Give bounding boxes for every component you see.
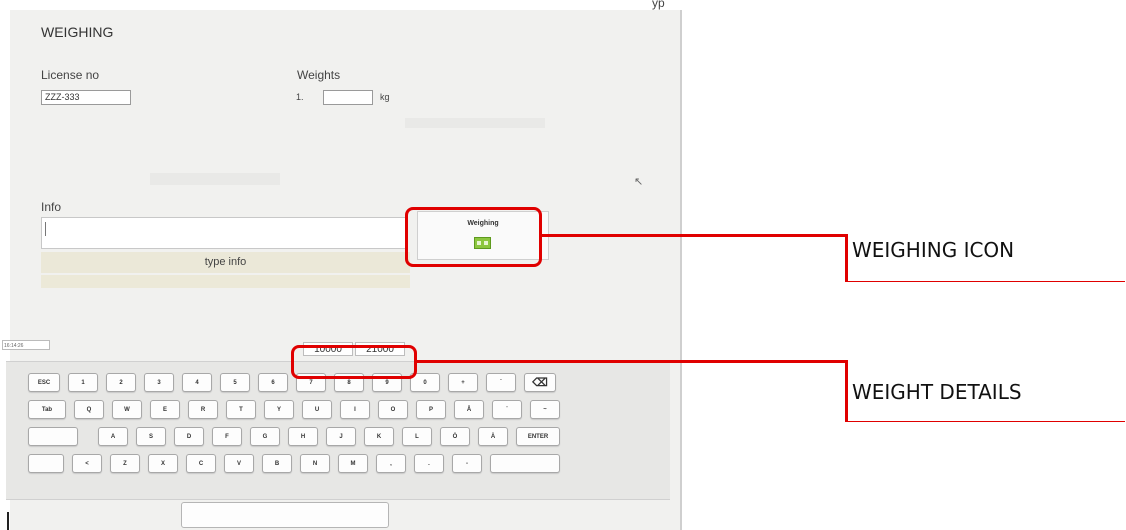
- key-6[interactable]: 6: [258, 373, 288, 392]
- weight-unit: kg: [380, 92, 390, 102]
- weight-field[interactable]: [323, 90, 373, 105]
- key-l[interactable]: L: [402, 427, 432, 446]
- key-p[interactable]: P: [416, 400, 446, 419]
- backspace-icon[interactable]: ⌫: [524, 373, 556, 392]
- key-shift-right[interactable]: [490, 454, 560, 473]
- key-o[interactable]: O: [378, 400, 408, 419]
- key-2[interactable]: 2: [106, 373, 136, 392]
- status-time: 16:14:26: [2, 340, 50, 350]
- key-tilde[interactable]: ~: [530, 400, 560, 419]
- key-h[interactable]: H: [288, 427, 318, 446]
- license-field[interactable]: ZZZ-333: [41, 90, 131, 105]
- key-f[interactable]: F: [212, 427, 242, 446]
- key-d[interactable]: D: [174, 427, 204, 446]
- key-enter[interactable]: ENTER: [516, 427, 560, 446]
- key-caps[interactable]: [28, 427, 78, 446]
- key-k[interactable]: K: [364, 427, 394, 446]
- weight-row-index: 1.: [296, 92, 304, 102]
- key-tab[interactable]: Tab: [28, 400, 66, 419]
- mouse-pointer-icon: ↖: [634, 176, 644, 188]
- callout-line: [540, 234, 847, 237]
- key-a-ring[interactable]: Å: [454, 400, 484, 419]
- key-w[interactable]: W: [112, 400, 142, 419]
- key-y[interactable]: Y: [264, 400, 294, 419]
- key-diaeresis[interactable]: ¨: [492, 400, 522, 419]
- key-space[interactable]: [181, 502, 389, 528]
- key-z[interactable]: Z: [110, 454, 140, 473]
- key-v[interactable]: V: [224, 454, 254, 473]
- window-edge: [7, 512, 9, 530]
- key-o-umlaut[interactable]: Ö: [440, 427, 470, 446]
- key-a[interactable]: A: [98, 427, 128, 446]
- key-acute[interactable]: ´: [486, 373, 516, 392]
- key-e[interactable]: E: [150, 400, 180, 419]
- key-r[interactable]: R: [188, 400, 218, 419]
- key-m[interactable]: M: [338, 454, 368, 473]
- key-n[interactable]: N: [300, 454, 330, 473]
- info-label: Info: [41, 200, 62, 214]
- key-x[interactable]: X: [148, 454, 178, 473]
- faded-area: [405, 118, 545, 128]
- weighing-icon-highlight: [405, 207, 542, 267]
- callout-line: [845, 360, 848, 422]
- key-5[interactable]: 5: [220, 373, 250, 392]
- key-less-than[interactable]: <: [72, 454, 102, 473]
- key-b[interactable]: B: [262, 454, 292, 473]
- page-title: WEIGHING: [41, 24, 114, 40]
- key-s[interactable]: S: [136, 427, 166, 446]
- key-a-umlaut[interactable]: Ä: [478, 427, 508, 446]
- text-caret: [45, 222, 46, 236]
- key-esc[interactable]: ESC: [28, 373, 60, 392]
- key-c[interactable]: C: [186, 454, 216, 473]
- weight-details-highlight: [291, 345, 417, 379]
- license-label: License no: [41, 68, 100, 82]
- key-q[interactable]: Q: [74, 400, 104, 419]
- weight-details-callout: WEIGHT DETAILS: [852, 380, 1022, 404]
- key-g[interactable]: G: [250, 427, 280, 446]
- key-j[interactable]: J: [326, 427, 356, 446]
- key-u[interactable]: U: [302, 400, 332, 419]
- weighing-icon-callout: WEIGHING ICON: [852, 238, 1015, 262]
- truncated-heading-text: yp: [652, 0, 665, 10]
- callout-line: [415, 360, 847, 363]
- key-4[interactable]: 4: [182, 373, 212, 392]
- key-t[interactable]: T: [226, 400, 256, 419]
- info-input[interactable]: [41, 217, 407, 249]
- on-screen-keyboard: ESC 1 2 3 4 5 6 7 8 9 0 + ´ ⌫ Tab Q W E …: [6, 361, 670, 500]
- key-i[interactable]: I: [340, 400, 370, 419]
- faded-area: [150, 173, 280, 185]
- callout-underline: [845, 421, 1125, 422]
- callout-line: [845, 234, 848, 282]
- key-plus[interactable]: +: [448, 373, 478, 392]
- callout-underline: [845, 281, 1125, 282]
- key-minus[interactable]: -: [452, 454, 482, 473]
- weights-label: Weights: [297, 68, 341, 82]
- key-comma[interactable]: ,: [376, 454, 406, 473]
- type-info-button[interactable]: type info: [41, 252, 410, 273]
- key-3[interactable]: 3: [144, 373, 174, 392]
- key-shift-left[interactable]: [28, 454, 64, 473]
- key-period[interactable]: .: [414, 454, 444, 473]
- info-strip: [41, 275, 410, 288]
- key-1[interactable]: 1: [68, 373, 98, 392]
